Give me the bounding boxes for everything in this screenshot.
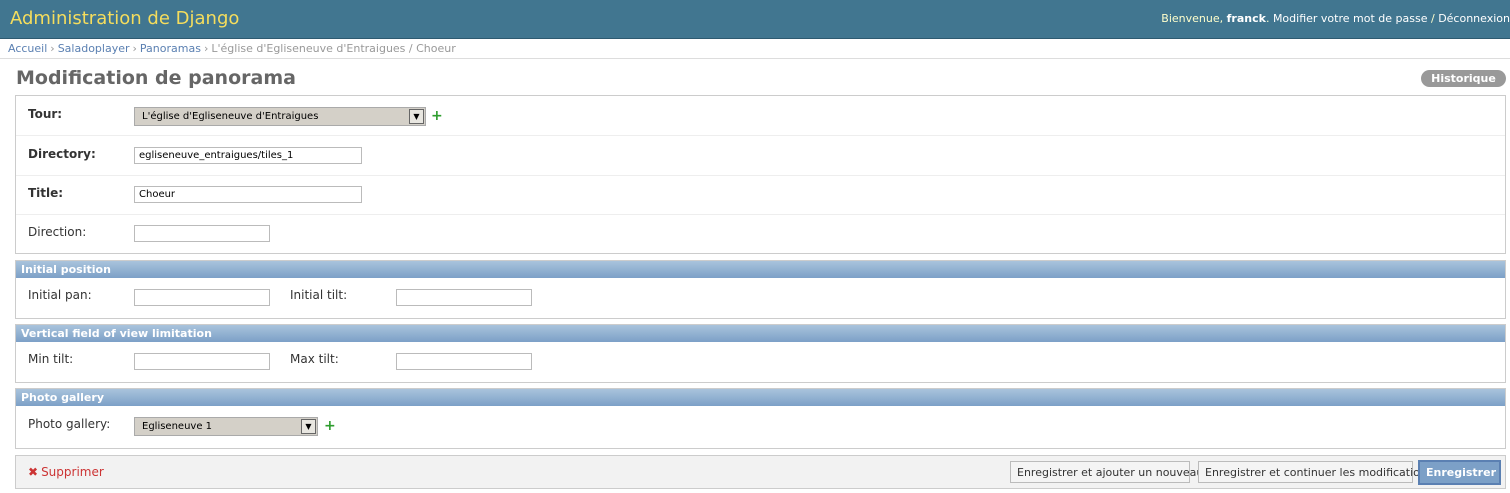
photo-gallery-select[interactable]: Egliseneuve 1 ▼ bbox=[134, 417, 318, 436]
change-password-link[interactable]: Modifier votre mot de passe bbox=[1273, 12, 1428, 25]
breadcrumb-model[interactable]: Panoramas bbox=[140, 42, 201, 55]
max-tilt-input[interactable] bbox=[396, 353, 532, 370]
tour-select[interactable]: L'église d'Egliseneuve d'Entraigues ▼ bbox=[134, 107, 426, 126]
title-label: Title: bbox=[28, 186, 64, 200]
title-input[interactable]: Choeur bbox=[134, 186, 362, 203]
breadcrumb-sep: › bbox=[132, 42, 137, 55]
username: franck bbox=[1226, 12, 1266, 25]
breadcrumb-sep: › bbox=[203, 42, 209, 55]
user-tools: Bienvenue, franck. Modifier votre mot de… bbox=[1161, 12, 1510, 25]
min-tilt-input[interactable] bbox=[134, 353, 270, 370]
fieldset-legend: Vertical field of view limitation bbox=[16, 325, 1505, 342]
delete-link[interactable]: ✖ Supprimer bbox=[28, 465, 104, 479]
plus-icon[interactable]: + bbox=[324, 419, 336, 433]
history-button[interactable]: Historique bbox=[1421, 70, 1506, 87]
save-button[interactable]: Enregistrer bbox=[1418, 460, 1501, 485]
delete-label: Supprimer bbox=[41, 465, 104, 479]
tour-label: Tour: bbox=[28, 107, 63, 121]
welcome-text: Bienvenue, bbox=[1161, 12, 1224, 25]
initial-tilt-label: Initial tilt: bbox=[290, 288, 348, 302]
page-title: Modification de panorama bbox=[16, 67, 296, 89]
site-name[interactable]: Administration de Django bbox=[10, 8, 239, 29]
form-row-directory: Directory: egliseneuve_entraigues/tiles_… bbox=[16, 136, 1505, 176]
user-tools-separator: / bbox=[1430, 12, 1435, 25]
breadcrumb-sep: › bbox=[50, 42, 55, 55]
photo-gallery-select-value: Egliseneuve 1 bbox=[142, 421, 213, 432]
fieldset-photo-gallery: Photo gallery Photo gallery: Egliseneuve… bbox=[15, 388, 1506, 449]
form-row-vertical-fov: Min tilt: Max tilt: bbox=[16, 342, 1505, 382]
directory-label: Directory: bbox=[28, 147, 96, 161]
breadcrumb-app[interactable]: Saladoplayer bbox=[58, 42, 130, 55]
photo-gallery-label: Photo gallery: bbox=[28, 417, 111, 431]
fieldset-vertical-fov: Vertical field of view limitation Min ti… bbox=[15, 324, 1506, 383]
form-row-tour: Tour: L'église d'Egliseneuve d'Entraigue… bbox=[16, 96, 1505, 136]
initial-tilt-input[interactable] bbox=[396, 289, 532, 306]
submit-row: ✖ Supprimer Enregistrer et ajouter un nou… bbox=[15, 455, 1506, 489]
breadcrumb-home[interactable]: Accueil bbox=[8, 42, 47, 55]
chevron-down-icon: ▼ bbox=[409, 109, 424, 124]
min-tilt-label: Min tilt: bbox=[28, 352, 74, 366]
plus-icon[interactable]: + bbox=[431, 109, 443, 123]
breadcrumb: Accueil › Saladoplayer › Panoramas › L'église … bbox=[0, 39, 1510, 59]
save-and-continue-button[interactable]: Enregistrer et continuer les modificatio… bbox=[1198, 461, 1433, 483]
fieldset-legend: Photo gallery bbox=[16, 389, 1505, 406]
logout-link[interactable]: Déconnexion bbox=[1438, 12, 1510, 25]
form-row-direction: Direction: bbox=[16, 215, 1505, 253]
direction-label: Direction: bbox=[28, 225, 87, 239]
breadcrumb-current: L'église d'Egliseneuve d'Entraigues / Ch… bbox=[211, 42, 456, 55]
form-row-photo-gallery: Photo gallery: Egliseneuve 1 ▼ + bbox=[16, 406, 1505, 448]
directory-input[interactable]: egliseneuve_entraigues/tiles_1 bbox=[134, 147, 362, 164]
fieldset-initial-position: Initial position Initial pan: Initial ti… bbox=[15, 260, 1506, 319]
form-row-initial-position: Initial pan: Initial tilt: bbox=[16, 278, 1505, 318]
fieldset-legend: Initial position bbox=[16, 261, 1505, 278]
chevron-down-icon: ▼ bbox=[301, 419, 316, 434]
direction-input[interactable] bbox=[134, 225, 270, 242]
max-tilt-label: Max tilt: bbox=[290, 352, 339, 366]
form-row-title: Title: Choeur bbox=[16, 176, 1505, 215]
save-and-add-button[interactable]: Enregistrer et ajouter un nouveau bbox=[1010, 461, 1203, 483]
initial-pan-label: Initial pan: bbox=[28, 288, 92, 302]
fieldset-main: Tour: L'église d'Egliseneuve d'Entraigue… bbox=[15, 95, 1506, 254]
initial-pan-input[interactable] bbox=[134, 289, 270, 306]
x-icon: ✖ bbox=[28, 465, 39, 479]
tour-select-value: L'église d'Egliseneuve d'Entraigues bbox=[142, 111, 319, 122]
header: Administration de Django Bienvenue, fran… bbox=[0, 0, 1510, 39]
